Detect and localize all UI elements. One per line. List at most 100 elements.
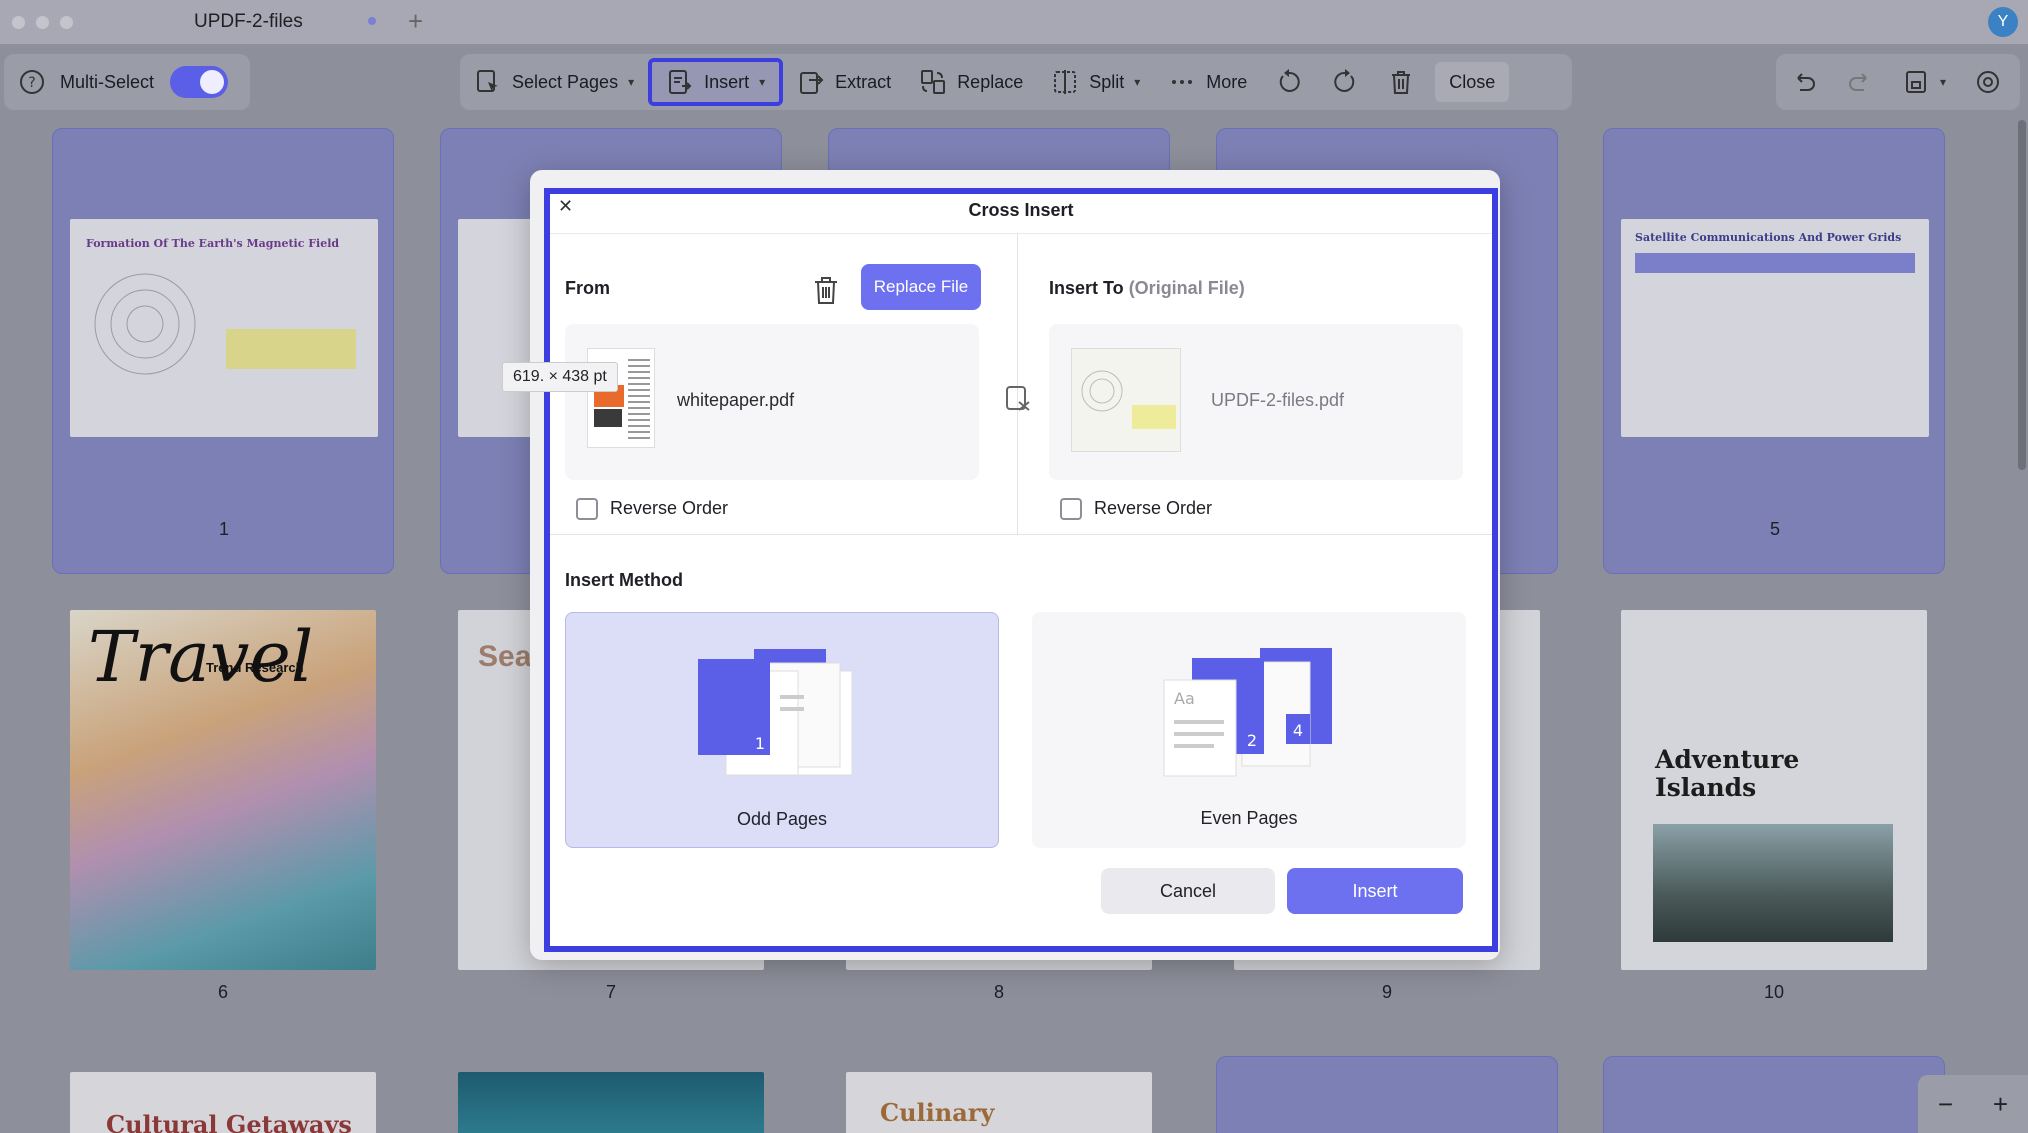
to-file-thumbnail [1071,348,1181,452]
from-reverse-order-checkbox[interactable] [576,498,598,520]
undo-icon [1797,73,1815,91]
zoom-in-button[interactable]: + [1993,1089,2008,1120]
close-icon[interactable]: ✕ [558,196,573,217]
insert-confirm-button[interactable]: Insert [1287,868,1463,914]
page-thumbnail-13[interactable]: Culinary [846,1072,1152,1133]
save-button[interactable]: ▾ [1888,58,1960,106]
magnetic-field-illustration [94,273,196,375]
help-button[interactable]: ? [4,58,60,106]
replace-icon [921,70,946,94]
odd-pages-option[interactable]: 3 1 Odd Pages [565,612,999,848]
add-tab-button[interactable]: + [408,6,423,37]
select-pages-button[interactable]: Select Pages ▾ [460,58,648,106]
from-file-name: whitepaper.pdf [677,390,795,410]
page-thumb-title: Sea [478,640,532,673]
window-close-dot[interactable] [12,16,25,29]
split-label: Split [1089,71,1125,92]
page-thumb-photo [1653,824,1893,942]
page-tools-group: Select Pages ▾ Insert ▾ Extract Replace … [460,54,1572,110]
undo-button[interactable] [1776,58,1832,106]
svg-text:2: 2 [1247,731,1257,750]
to-file-box[interactable]: UPDF-2-files.pdf [1049,324,1463,480]
svg-text:1: 1 [755,734,765,753]
close-button[interactable]: Close [1435,62,1510,102]
page-card-5[interactable]: Satellite Communications And Power Grids… [1603,128,1945,574]
document-tab-title: UPDF-2-files [194,11,303,32]
select-pages-label: Select Pages [512,71,619,92]
even-pages-option[interactable]: 4 Aa 2 Even Pages [1032,612,1466,848]
page-thumbnail-10[interactable]: Adventure Islands [1621,610,1927,970]
multi-select-toggle[interactable] [170,66,229,98]
redo-icon [1849,73,1867,91]
page-thumbnail-11[interactable]: Cultural Getaways [70,1072,376,1133]
window-zoom-dot[interactable] [60,16,73,29]
multi-select-group: ? Multi-Select [4,54,250,110]
rotate-right-button[interactable] [1317,58,1373,106]
page-thumb-title: Cultural Getaways [106,1110,352,1133]
from-label: From [565,278,610,298]
history-group: ▾ [1776,54,2020,110]
page-thumb-title: Travel [88,616,314,698]
page-size-tooltip: 619. × 438 pt [502,362,618,392]
replace-file-button[interactable]: Replace File [861,264,981,310]
split-icon [1054,70,1077,94]
more-label: More [1206,71,1248,92]
replace-button[interactable]: Replace [905,58,1037,106]
insert-to-label: Insert To (Original File) [1049,278,1245,299]
unsaved-dot-icon [368,17,376,25]
page-card-14[interactable] [1216,1056,1558,1133]
chevron-down-icon: ▾ [1134,75,1141,89]
to-reverse-order-label: Reverse Order [1094,498,1213,518]
page-number-10: 10 [1763,982,1785,1002]
svg-text:Aa: Aa [1174,689,1195,708]
page-card-15[interactable] [1603,1056,1945,1133]
cancel-button[interactable]: Cancel [1101,868,1275,914]
insert-button[interactable]: Insert ▾ [648,58,784,106]
page-thumb-title: Satellite Communications And Power Grids [1635,231,1902,244]
more-button[interactable]: More [1154,58,1261,106]
svg-text:4: 4 [1293,721,1303,740]
split-button[interactable]: Split ▾ [1037,58,1154,106]
to-file-name: UPDF-2-files.pdf [1211,390,1345,410]
to-reverse-order-checkbox[interactable] [1060,498,1082,520]
page-thumbnail-12[interactable] [458,1072,764,1133]
odd-pages-icon: 3 1 [698,649,853,776]
zoom-out-button[interactable]: − [1938,1089,1953,1120]
rotate-left-button[interactable] [1261,58,1317,106]
share-button[interactable] [1960,58,2016,106]
page-number: 1 [218,519,229,539]
dialog-title: Cross Insert [550,194,1492,234]
page-card-1[interactable]: Formation Of The Earth's Magnetic Field … [52,128,394,574]
page-thumb-subtitle: Trend Research [206,660,304,675]
page-number: 7 [605,982,616,1002]
rotate-left-icon [1280,69,1301,92]
page-thumb-title: Adventure Islands [1655,745,1800,802]
page-number: 9 [1381,982,1392,1002]
odd-pages-label: Odd Pages [736,809,828,829]
svg-text:?: ? [28,75,35,91]
page-thumbnail: Satellite Communications And Power Grids [1621,219,1929,437]
extract-button[interactable]: Extract [783,58,905,106]
chevron-down-icon: ▾ [759,75,766,89]
avatar[interactable]: Y [1988,7,2018,37]
chevron-down-icon: ▾ [1940,75,1947,89]
vertical-scrollbar[interactable] [2018,120,2026,470]
delete-page-button[interactable] [1373,58,1429,106]
title-bar: UPDF-2-files + Y [0,0,2028,44]
page-thumbnail-6[interactable]: Travel Trend Research [70,610,376,970]
page-number: 6 [217,982,228,1002]
trash-icon[interactable] [812,274,840,306]
page-thumb-title: Culinary [880,1098,995,1127]
swap-files-icon[interactable] [1003,384,1033,414]
window-minimize-dot[interactable] [36,16,49,29]
chevron-down-icon: ▾ [628,75,635,89]
cross-insert-dialog: Cross Insert ✕ From Replace File whitepa… [544,188,1498,952]
insert-method-label: Insert Method [565,570,684,590]
redo-button[interactable] [1832,58,1888,106]
help-icon: ? [20,70,44,94]
share-icon [1977,71,2000,93]
multi-select-label: Multi-Select [60,71,155,92]
from-file-box[interactable]: whitepaper.pdf [565,324,979,480]
extract-label: Extract [835,71,892,92]
document-tab[interactable]: UPDF-2-files [150,0,420,44]
